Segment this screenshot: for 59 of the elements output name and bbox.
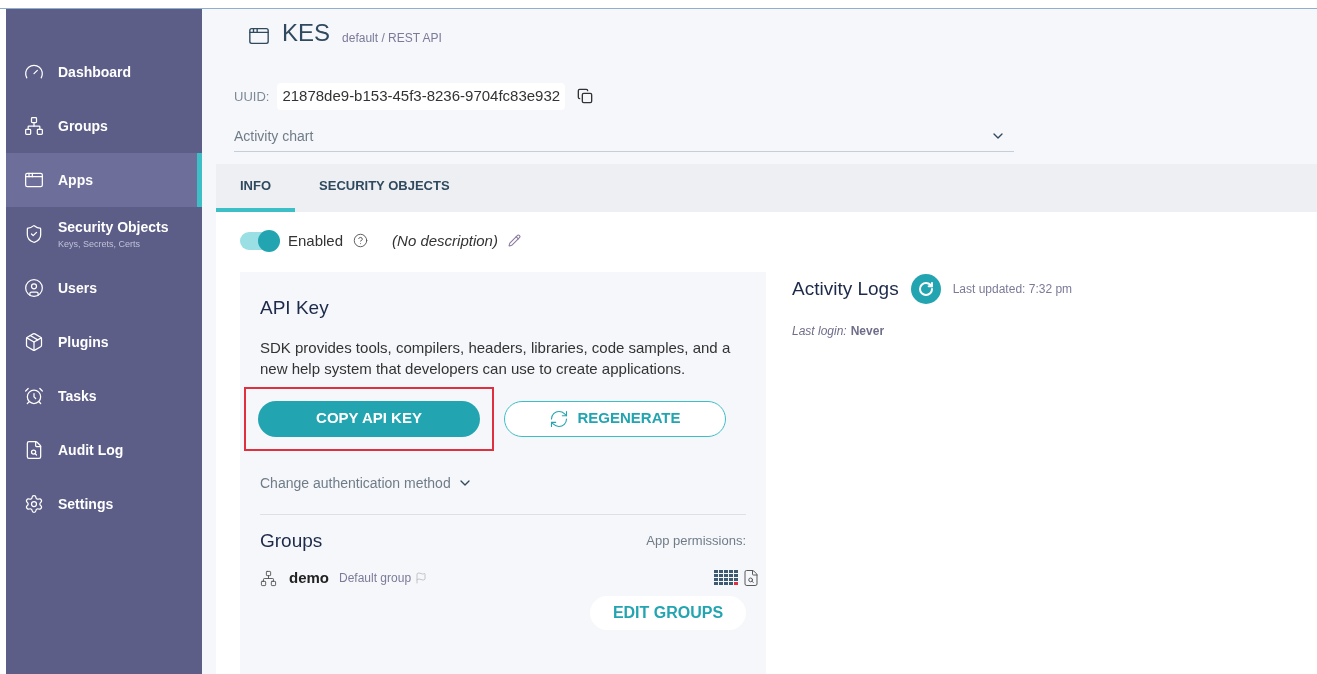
grid-icon	[714, 570, 738, 587]
card-title: API Key	[260, 296, 330, 320]
shield-icon	[24, 224, 44, 244]
terminal-window-icon	[248, 25, 270, 47]
hierarchy-icon	[260, 569, 277, 587]
settings-icon	[24, 494, 44, 514]
help-icon[interactable]	[353, 233, 369, 249]
sidebar-label: Groups	[58, 116, 108, 136]
sidebar-item[interactable]: Settings	[6, 477, 202, 531]
group-name[interactable]: demo	[289, 567, 329, 590]
sidebar-item[interactable]: Tasks	[6, 369, 202, 423]
refresh-icon	[549, 408, 570, 429]
description-text: (No description)	[392, 230, 498, 251]
sidebar-item[interactable]: Plugins	[6, 315, 202, 369]
sidebar-label: Tasks	[58, 386, 97, 406]
activity-logs-title: Activity Logs	[792, 276, 899, 301]
package-icon	[24, 332, 44, 352]
sidebar-subtitle: Keys, Secrets, Certs	[58, 237, 142, 251]
uuid-value: 21878de9-b153-45f3-8236-9704fc83e932	[277, 83, 566, 110]
sidebar-label: Security Objects	[58, 217, 169, 237]
tab[interactable]: INFO	[216, 163, 296, 212]
change-auth-link[interactable]: Change authentication method	[260, 472, 473, 494]
sidebar-label: Users	[58, 278, 97, 298]
pencil-icon[interactable]	[507, 234, 521, 248]
last-login-value: Never	[850, 323, 885, 340]
toggle-switch[interactable]	[240, 231, 278, 250]
last-updated-text: Last updated: 7:32 pm	[952, 281, 1073, 298]
last-login-label: Last login:	[792, 323, 847, 340]
refresh-icon	[917, 281, 934, 297]
group-note: Default group	[339, 570, 412, 588]
app-title: KES	[282, 18, 331, 48]
hierarchy-icon	[24, 116, 44, 136]
sidebar-label: Dashboard	[58, 62, 132, 82]
refresh-button[interactable]	[910, 274, 941, 304]
document-search-icon	[24, 440, 44, 460]
sidebar-label: Audit Log	[58, 440, 124, 460]
sidebar-item[interactable]: Groups	[6, 99, 202, 153]
sidebar-label: Plugins	[58, 332, 109, 352]
flag-icon	[415, 572, 428, 585]
uuid-label: UUID:	[234, 87, 270, 106]
sidebar-item[interactable]: Apps	[6, 153, 202, 207]
sidebar-item[interactable]: Users	[6, 261, 202, 315]
tab[interactable]: SECURITY OBJECTS	[295, 163, 474, 212]
enabled-label: Enabled	[288, 230, 344, 251]
user-icon	[24, 278, 44, 298]
copy-icon[interactable]	[577, 88, 594, 105]
document-search-icon	[742, 569, 760, 588]
sidebar-label: Apps	[58, 170, 93, 190]
permissions-label: App permissions:	[646, 532, 746, 550]
groups-title: Groups	[260, 528, 323, 553]
activity-chart-dropdown[interactable]: Activity chart	[234, 121, 1014, 152]
api-key-description: SDK provides tools, compilers, headers, libraries, code samples, and a new help system that developers can use to create applications.	[260, 337, 732, 379]
sidebar-label: Settings	[58, 494, 114, 514]
sidebar-item[interactable]: Audit Log	[6, 423, 202, 477]
app-path: default / REST API	[342, 30, 442, 47]
alarm-clock-icon	[24, 386, 44, 406]
terminal-window-icon	[24, 170, 44, 190]
sidebar-item[interactable]: Dashboard	[6, 45, 202, 99]
sidebar-item[interactable]: Security Objects Keys, Secrets, Certs	[6, 207, 202, 261]
